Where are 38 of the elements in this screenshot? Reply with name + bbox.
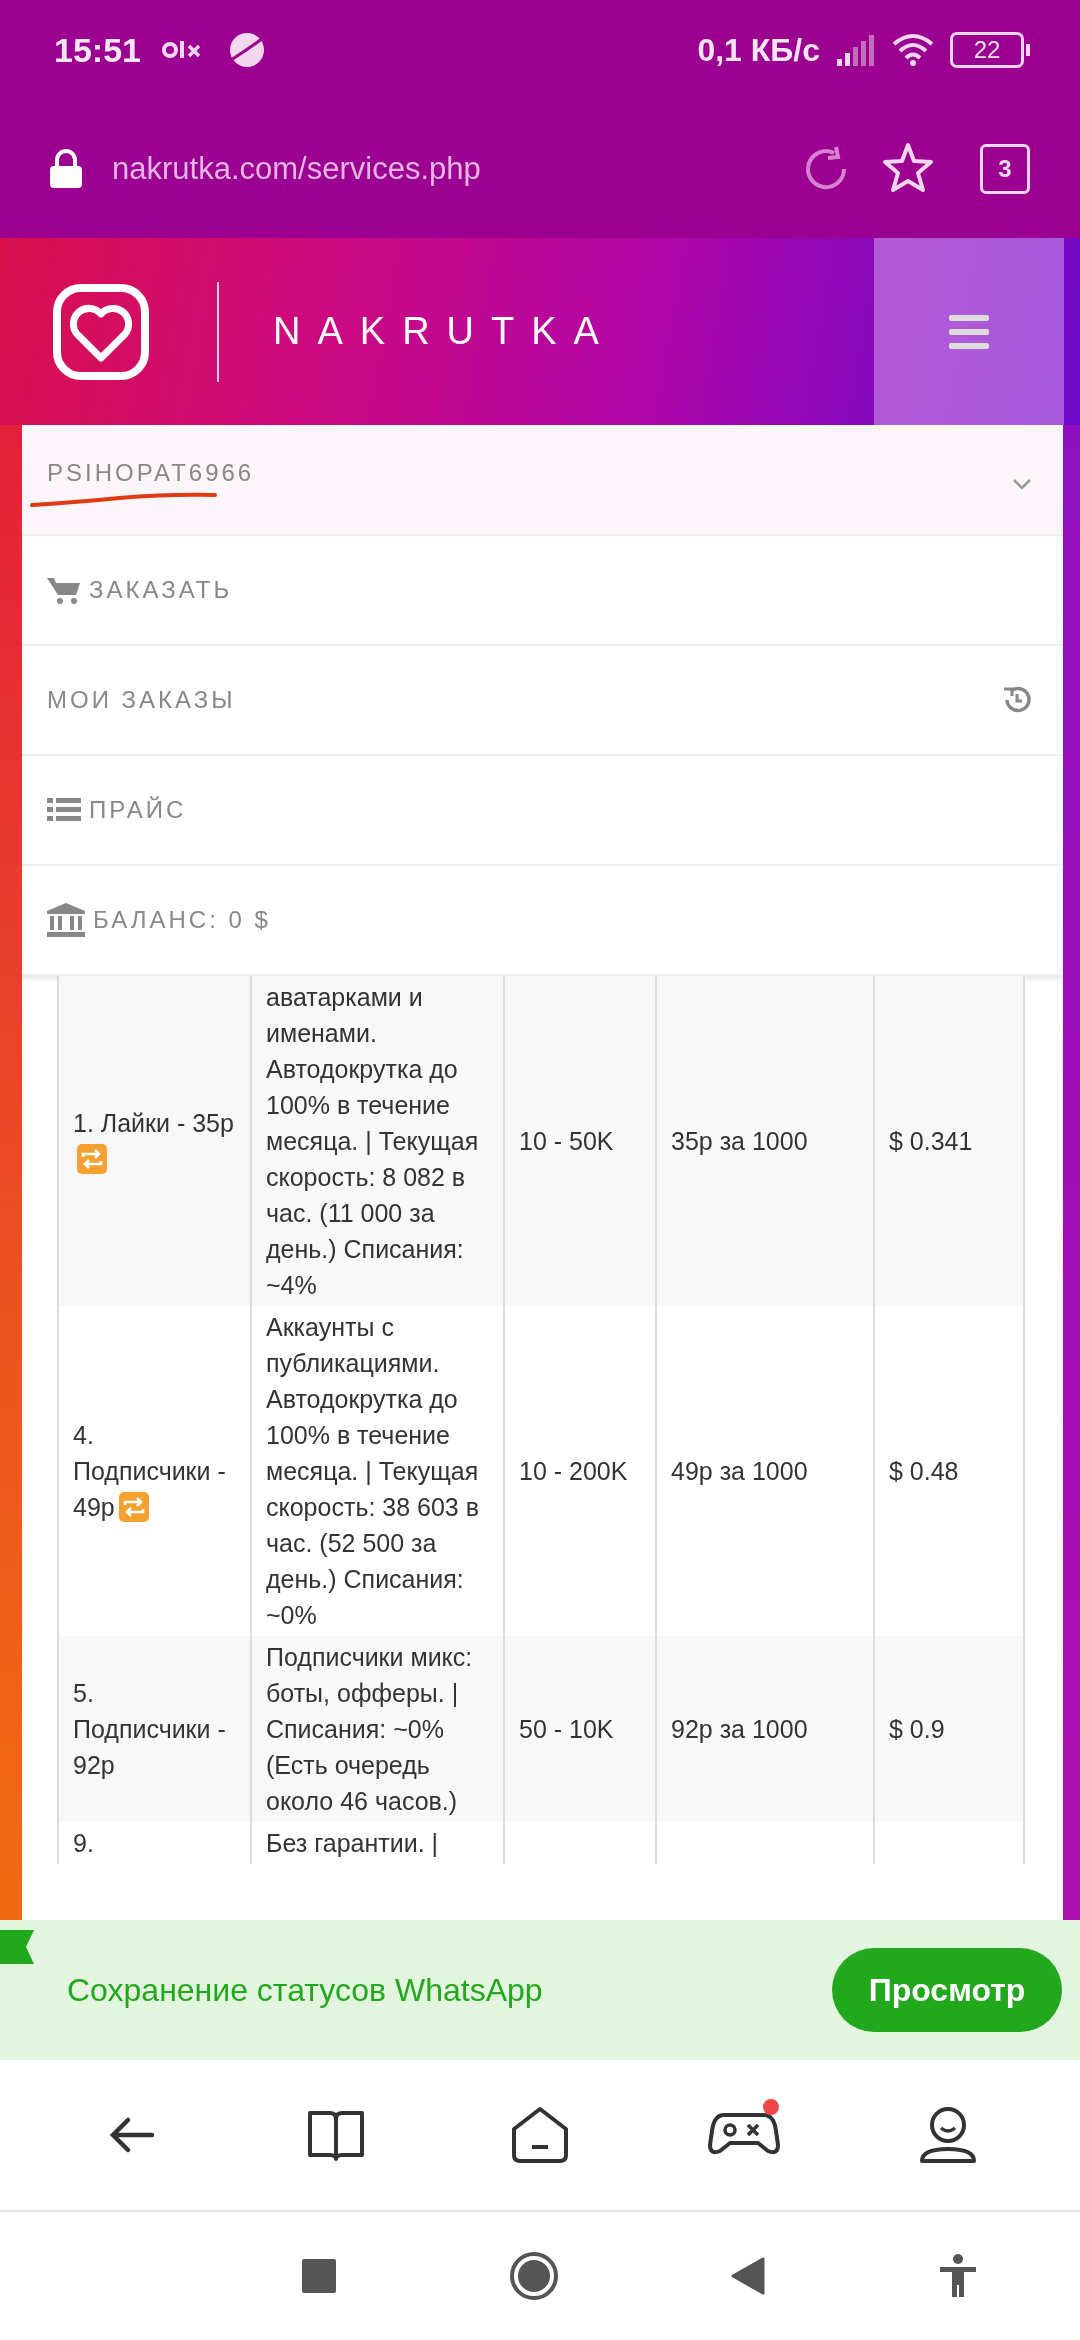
table-cell: 92р за 1000	[656, 1636, 874, 1822]
signal-icon	[836, 33, 876, 67]
menu-item[interactable]: ЗАКАЗАТЬ	[22, 536, 1063, 646]
lock-icon	[48, 149, 84, 189]
table-cell: Подписчики микс: боты, офферы. | Списания: ~0% (Есть очередь около 46 часов.)	[251, 1636, 504, 1822]
ad-text: Сохранение статусов WhatsApp	[67, 1971, 544, 2009]
bank-icon	[47, 903, 85, 937]
service-name: 4. Подписчики - 49р	[73, 1421, 226, 1521]
url-field[interactable]: nakrutka.com/services.php	[112, 151, 772, 187]
wifi-icon	[892, 33, 934, 67]
service-name: 1. Лайки - 35р	[73, 1109, 234, 1137]
network-speed: 0,1 КБ/с	[697, 31, 820, 69]
accessibility-icon[interactable]	[937, 2253, 978, 2299]
battery-indicator: 22	[950, 32, 1030, 68]
chevron-icon[interactable]	[1012, 477, 1032, 491]
table-cell: $ 0.341	[874, 976, 1024, 1306]
logo-icon[interactable]	[53, 283, 149, 380]
service-name: 5. Подписчики - 92р	[73, 1679, 226, 1779]
menu-icon	[949, 314, 989, 349]
cart-icon	[47, 575, 81, 605]
status-time: 15:51	[54, 30, 141, 70]
logo-text[interactable]: NAKRUTKA	[273, 310, 874, 353]
table-cell: 35р за 1000	[656, 976, 874, 1306]
service-name: 9.	[73, 1829, 94, 1857]
flag-icon	[0, 1930, 34, 1964]
menu-item[interactable]: ПРАЙС	[22, 756, 1063, 866]
home-button-icon[interactable]	[508, 2251, 559, 2301]
username[interactable]: PSIHOPAT6966	[47, 459, 255, 487]
table-cell: 10 - 50K	[504, 976, 656, 1306]
history-icon	[1002, 685, 1032, 715]
menu-item[interactable]: МОИ ЗАКАЗЫ	[22, 646, 1063, 756]
back-triangle-icon[interactable]	[731, 2257, 766, 2295]
table-cell: аватарками и именами. Автодокрутка до 100% в течение месяца. | Текущая скорость: 8 082 в час. (11 000 за день.) Списания: ~4%	[251, 976, 504, 1306]
table-cell: Без гарантии. |	[251, 1822, 504, 1864]
table-cell: 50 - 10K	[504, 1636, 656, 1822]
table-cell: $ 0.9	[874, 1636, 1024, 1822]
tab-count-button[interactable]: 3	[980, 144, 1030, 194]
view-button[interactable]: Просмотр	[832, 1948, 1062, 2032]
